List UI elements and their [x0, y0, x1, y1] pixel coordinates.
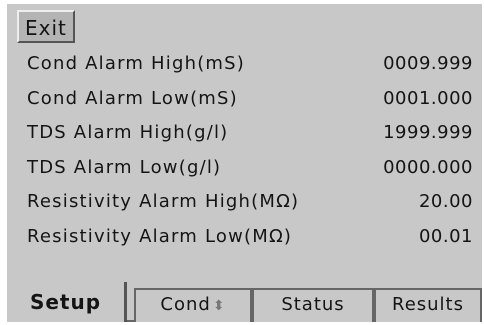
- top-bar: Exit: [7, 4, 482, 48]
- tab-cond[interactable]: Cond ⬍: [134, 288, 252, 322]
- cond-alarm-low-label: Cond Alarm Low(mS): [27, 87, 238, 109]
- tab-status[interactable]: Status: [252, 288, 374, 322]
- resistivity-alarm-low-label: Resistivity Alarm Low(MΩ): [27, 225, 293, 247]
- tds-alarm-high-label: TDS Alarm High(g/l): [27, 122, 229, 143]
- device-screen: Exit Cond Alarm High(mS) 0009.999 Cond A…: [7, 4, 482, 322]
- cond-alarm-high-value[interactable]: 0009.999: [383, 53, 473, 74]
- resistivity-alarm-low-row[interactable]: Resistivity Alarm Low(MΩ) 00.01: [7, 221, 482, 256]
- tab-cond-label: Cond: [160, 294, 211, 315]
- tab-bar: Setup Cond ⬍ Status Results: [7, 282, 482, 322]
- tds-alarm-high-value[interactable]: 1999.999: [383, 122, 473, 143]
- tab-setup-label: Setup: [29, 290, 102, 314]
- alarm-settings-list: Cond Alarm High(mS) 0009.999 Cond Alarm …: [7, 48, 482, 255]
- up-down-arrows-icon: ⬍: [212, 298, 226, 314]
- cond-alarm-low-value[interactable]: 0001.000: [383, 88, 473, 109]
- tab-results[interactable]: Results: [374, 288, 482, 322]
- tds-alarm-low-value[interactable]: 0000.000: [383, 157, 473, 178]
- tds-alarm-low-row[interactable]: TDS Alarm Low(g/l) 0000.000: [7, 152, 482, 187]
- tds-alarm-high-row[interactable]: TDS Alarm High(g/l) 1999.999: [7, 117, 482, 152]
- tab-status-label: Status: [281, 294, 345, 315]
- cond-alarm-high-label: Cond Alarm High(mS): [27, 53, 245, 74]
- resistivity-alarm-high-value[interactable]: 20.00: [419, 191, 473, 212]
- resistivity-alarm-low-value[interactable]: 00.01: [419, 226, 473, 247]
- cond-alarm-high-row[interactable]: Cond Alarm High(mS) 0009.999: [7, 48, 482, 83]
- exit-button[interactable]: Exit: [17, 10, 75, 43]
- tab-setup[interactable]: Setup: [7, 282, 127, 322]
- resistivity-alarm-high-label: Resistivity Alarm High(MΩ): [27, 191, 300, 212]
- tds-alarm-low-label: TDS Alarm Low(g/l): [27, 156, 222, 178]
- tab-results-label: Results: [392, 294, 464, 315]
- cond-alarm-low-row[interactable]: Cond Alarm Low(mS) 0001.000: [7, 83, 482, 118]
- resistivity-alarm-high-row[interactable]: Resistivity Alarm High(MΩ) 20.00: [7, 186, 482, 221]
